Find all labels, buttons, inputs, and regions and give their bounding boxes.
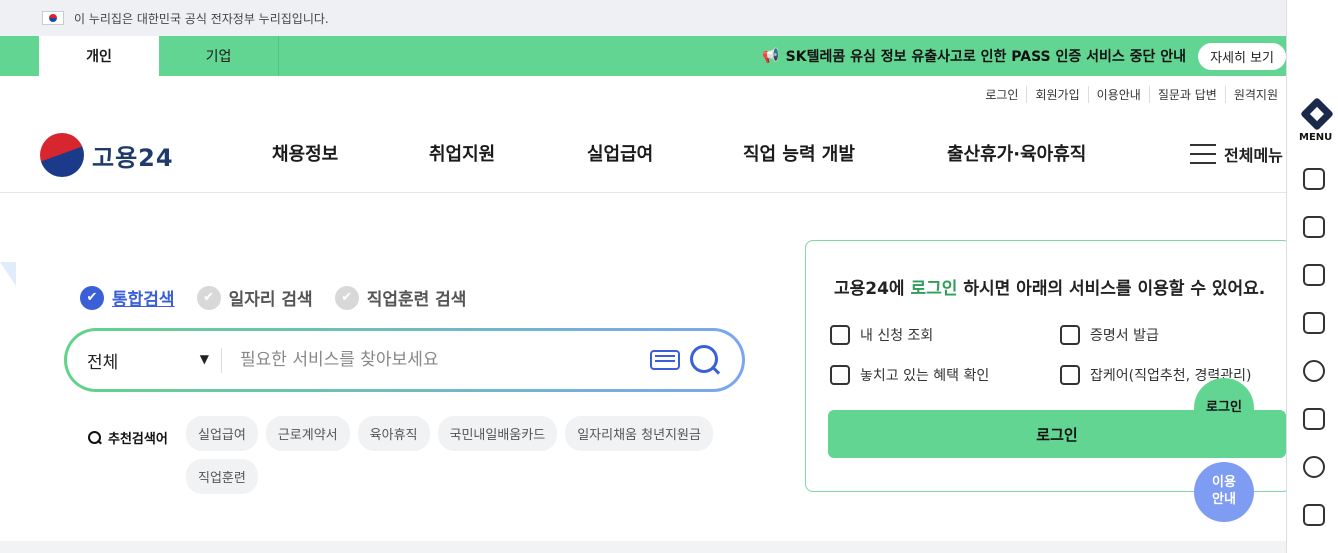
check-icon: ✔ — [334, 285, 359, 310]
gov-banner: 이 누리집은 대한민국 공식 전자정부 누리집입니다. — [0, 0, 1286, 36]
service-label: 놓치고 있는 혜택 확인 — [860, 368, 990, 384]
logo-text: 고용24 — [92, 143, 174, 172]
search-input[interactable] — [222, 350, 650, 370]
guide-line2: 안내 — [1212, 492, 1236, 507]
gnb-job-info[interactable]: 채용정보 — [272, 140, 338, 166]
smile-icon[interactable] — [1303, 360, 1325, 382]
recommended-title: 추천검색어 — [88, 428, 178, 447]
check-icon: ✔ — [196, 285, 221, 310]
megaphone-icon: 📢 — [762, 48, 780, 64]
utility-links: 로그인 회원가입 이용안내 질문과 답변 원격지원 — [977, 86, 1286, 103]
search-type-label: 통합검색 — [112, 290, 175, 310]
keyword-chip[interactable]: 근로계약서 — [265, 416, 350, 451]
util-guide-link[interactable]: 이용안내 — [1087, 86, 1149, 103]
search-icon — [88, 430, 102, 445]
keyboard-icon[interactable] — [650, 350, 680, 370]
notice-detail-button[interactable]: 자세히 보기 — [1198, 42, 1286, 70]
notice-text[interactable]: SK텔레콤 유심 정보 유출사고로 인한 PASS 인증 서비스 중단 안내 — [786, 46, 1186, 66]
building-icon[interactable] — [1303, 168, 1325, 190]
title-post: 하시면 아래의 서비스를 이용할 수 있어요. — [957, 279, 1266, 299]
header-divider — [0, 192, 1286, 193]
gnb-employment-support[interactable]: 취업지원 — [429, 140, 495, 166]
title-highlight: 로그인 — [910, 279, 958, 299]
quick-menu-logo-icon[interactable] — [1300, 97, 1334, 131]
search-type-label: 직업훈련 검색 — [366, 290, 467, 310]
floating-login-button[interactable]: 로그인 — [1194, 378, 1254, 438]
tab-individual[interactable]: 개인 — [39, 36, 159, 76]
bottom-section-edge — [0, 541, 1286, 553]
coins-icon[interactable] — [1303, 456, 1325, 478]
quick-menu: MENU — [1286, 0, 1338, 553]
util-signup-link[interactable]: 회원가입 — [1026, 86, 1087, 103]
keyword-chip[interactable]: 육아휴직 — [357, 416, 430, 451]
gnb-parental-leave[interactable]: 출산휴가·육아휴직 — [947, 140, 1086, 166]
gov-banner-text: 이 누리집은 대한민국 공식 전자정부 누리집입니다. — [74, 11, 329, 26]
korea-flag-icon — [42, 11, 64, 25]
login-panel-title: 고용24에 로그인 하시면 아래의 서비스를 이용할 수 있어요. — [834, 274, 1265, 299]
service-label: 내 신청 조회 — [860, 328, 934, 344]
audience-tab-bar: 개인 기업 📢 SK텔레콤 유심 정보 유출사고로 인한 PASS 인증 서비스… — [0, 36, 1286, 76]
search-type-training[interactable]: ✔ 직업훈련 검색 — [334, 285, 467, 310]
service-my-applications[interactable]: 내 신청 조회 — [830, 325, 933, 345]
util-login-link[interactable]: 로그인 — [977, 86, 1026, 103]
check-icon: ✔ — [80, 285, 104, 310]
search-type-selector: ✔ 통합검색 ✔ 일자리 검색 ✔ 직업훈련 검색 — [80, 285, 488, 310]
search-icon[interactable] — [688, 343, 722, 377]
monitor-icon[interactable] — [1303, 264, 1325, 286]
gnb-skill-development[interactable]: 직업 능력 개발 — [743, 140, 855, 166]
site-logo[interactable]: 고용24 — [40, 133, 174, 177]
recommended-title-text: 추천검색어 — [108, 432, 168, 447]
login-panel: 고용24에 로그인 하시면 아래의 서비스를 이용할 수 있어요. 내 신청 조… — [805, 240, 1291, 492]
search-inner: 전체 ▼ — [67, 331, 742, 389]
tab-company[interactable]: 기업 — [159, 36, 279, 76]
document-search-icon — [830, 365, 850, 385]
notice-bar: 📢 SK텔레콤 유심 정보 유출사고로 인한 PASS 인증 서비스 중단 안내… — [762, 36, 1286, 76]
keyword-chip[interactable]: 국민내일배움카드 — [437, 416, 558, 451]
util-qna-link[interactable]: 질문과 답변 — [1148, 86, 1225, 103]
chat-bubble-icon[interactable] — [1303, 216, 1325, 238]
floating-guide-button[interactable]: 이용 안내 — [1194, 462, 1254, 522]
calculator-icon[interactable] — [1303, 408, 1325, 430]
gnb-unemployment-benefit[interactable]: 실업급여 — [587, 140, 653, 166]
search-type-label: 일자리 검색 — [228, 290, 313, 310]
all-menu-label: 전체메뉴 — [1224, 146, 1283, 165]
print-icon[interactable] — [1303, 504, 1325, 526]
clipboard-clock-icon — [1060, 365, 1080, 385]
checklist-icon[interactable] — [1303, 312, 1325, 334]
service-label: 증명서 발급 — [1090, 328, 1159, 344]
taeguk-logo-icon — [40, 133, 84, 177]
decoration-shape — [0, 262, 16, 286]
search-type-jobs[interactable]: ✔ 일자리 검색 — [196, 285, 313, 310]
search-category-select[interactable]: 전체 ▼ — [67, 347, 222, 373]
service-missed-benefits[interactable]: 놓치고 있는 혜택 확인 — [830, 365, 989, 385]
keyword-chip[interactable]: 일자리채움 청년지원금 — [565, 416, 713, 451]
all-menu-button[interactable]: 전체메뉴 — [1190, 142, 1283, 166]
keyword-chip[interactable]: 직업훈련 — [186, 459, 258, 494]
service-certificate[interactable]: 증명서 발급 — [1060, 325, 1159, 345]
checklist-icon — [830, 325, 850, 345]
util-remote-link[interactable]: 원격지원 — [1224, 86, 1286, 103]
search-category-value: 전체 — [87, 352, 119, 373]
keyword-chip[interactable]: 실업급여 — [186, 416, 258, 451]
title-pre: 고용24에 — [834, 279, 911, 299]
hamburger-icon — [1190, 144, 1216, 164]
caret-down-icon: ▼ — [199, 351, 209, 366]
recommended-keywords: 추천검색어 실업급여 근로계약서 육아휴직 국민내일배움카드 일자리채움 청년지… — [88, 416, 738, 502]
search-type-integrated[interactable]: ✔ 통합검색 — [80, 285, 175, 310]
guide-line1: 이용 — [1212, 475, 1236, 491]
certificate-icon — [1060, 325, 1080, 345]
search-box: 전체 ▼ — [64, 328, 745, 392]
quick-menu-label: MENU — [1299, 132, 1333, 143]
